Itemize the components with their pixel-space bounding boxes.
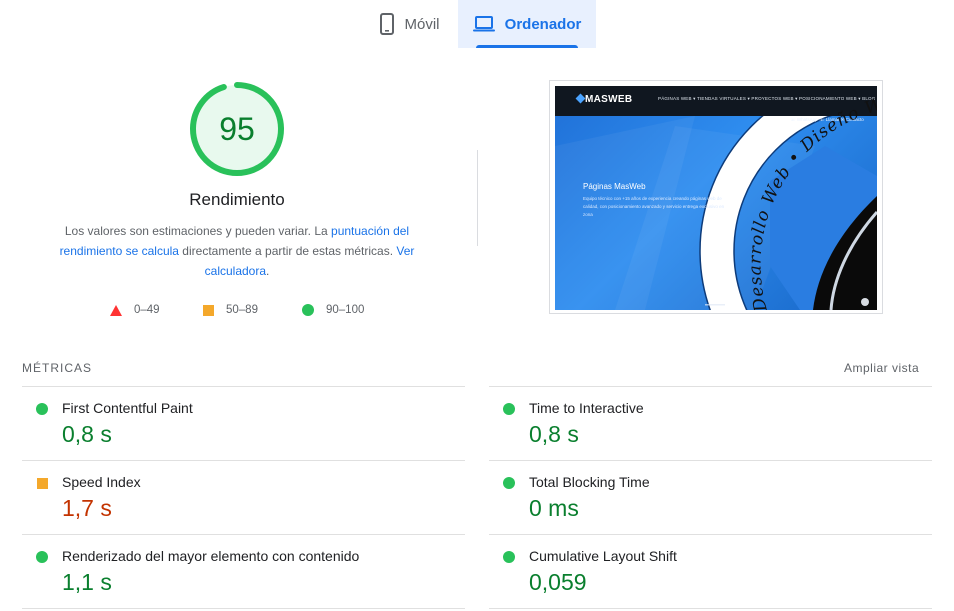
laptop-icon [472,16,495,32]
green-circle-icon [503,403,515,415]
metric-divider [489,608,932,609]
legend-pass-label: 90–100 [326,304,365,316]
legend-pass: 90–100 [302,302,364,318]
legend-average-label: 50–89 [226,304,258,316]
screenshot-image: MASWEB PÁGINAS WEB ▾ TIENDAS VIRTUALES ▾… [555,86,877,310]
tab-mobile-label: Móvil [404,15,440,33]
metric-value: 0 ms [529,495,579,521]
metric-renderizado-del-mayor-elemento-con-contenido: Renderizado del mayor elemento con conte… [22,535,465,609]
legend-fail-label: 0–49 [134,304,160,316]
performance-title: Rendimiento [189,190,285,209]
smartphone-icon [380,13,395,35]
metric-speed-index: Speed Index 1,7 s [22,461,465,535]
score-description: Los valores son estimaciones y pueden va… [54,221,420,281]
green-circle-icon [302,304,314,316]
green-circle-icon [36,403,48,415]
badge-text: Desarrollo Web • Diseño Web • [555,86,877,310]
orange-square-icon [37,478,48,489]
vertical-divider [477,150,478,246]
metric-time-to-interactive: Time to Interactive 0,8 s [489,387,932,461]
metric-cumulative-layout-shift: Cumulative Layout Shift 0,059 [489,535,932,609]
desc-text-1: Los valores son estimaciones y pueden va… [64,224,332,238]
metric-value: 1,7 s [62,495,112,521]
expand-view-link[interactable]: Ampliar vista [844,361,919,375]
metric-name: Time to Interactive [529,400,644,416]
badge-text-ring: Desarrollo Web • Diseño Web • [555,86,877,310]
metric-first-contentful-paint: First Contentful Paint 0,8 s [22,387,465,461]
active-tab-indicator [476,45,578,48]
metric-name: Renderizado del mayor elemento con conte… [62,548,360,564]
metrics-title: MÉTRICAS [22,361,93,375]
tab-desktop[interactable]: Ordenador [458,0,596,48]
legend-average: 50–89 [203,302,258,318]
red-triangle-icon [110,304,122,316]
desc-text-2: directamente a partir de estas métricas. [178,244,397,258]
metric-name: Speed Index [62,474,141,490]
green-circle-icon [503,477,515,489]
metric-name: First Contentful Paint [62,400,193,416]
orange-square-icon [203,304,214,316]
metric-value: 0,8 s [529,421,579,447]
metric-value: 0,8 s [62,421,112,447]
metric-value: 0,059 [529,569,587,595]
metric-name: Total Blocking Time [529,474,650,490]
page-screenshot: MASWEB PÁGINAS WEB ▾ TIENDAS VIRTUALES ▾… [549,80,883,314]
green-circle-icon [503,551,515,563]
tab-desktop-label: Ordenador [504,15,582,33]
metric-divider [22,608,465,609]
metric-total-blocking-time: Total Blocking Time 0 ms [489,461,932,535]
svg-text:Desarrollo Web • Diseño Web •: Desarrollo Web • Diseño Web • [555,86,877,310]
performance-score: 95 [219,110,255,147]
metric-value: 1,1 s [62,569,112,595]
tab-mobile[interactable]: Móvil [362,0,458,48]
legend-fail: 0–49 [110,302,160,318]
green-circle-icon [36,551,48,563]
metric-name: Cumulative Layout Shift [529,548,677,564]
desc-text-3: . [266,264,270,278]
